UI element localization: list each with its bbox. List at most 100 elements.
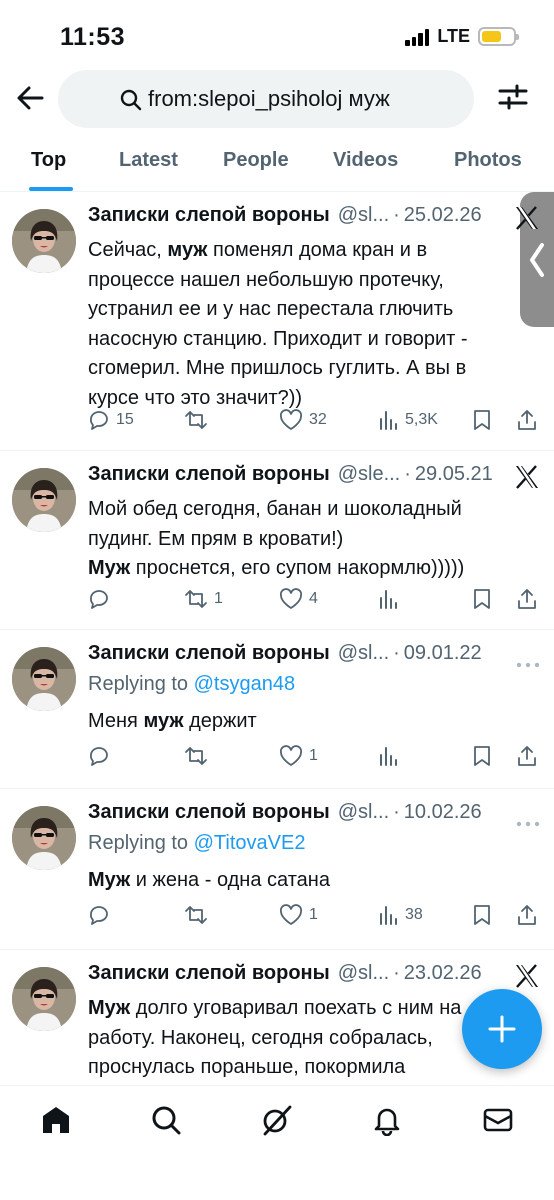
author-handle: @sl... <box>337 962 390 984</box>
search-filter-button[interactable] <box>498 82 530 114</box>
retweet-count: 1 <box>214 590 223 607</box>
author-handle: @sl... <box>337 642 390 664</box>
nav-notifications[interactable] <box>369 1102 405 1138</box>
search-header: from:slepoi_psiholoj муж <box>0 68 554 130</box>
nav-grok[interactable] <box>259 1102 295 1138</box>
tweet-card[interactable]: Записки слепой вороны @sle... · 29.05.21… <box>0 452 554 630</box>
highlighted-term: муж <box>143 710 184 732</box>
views-button[interactable]: 5,3K <box>377 409 438 431</box>
highlighted-term: Муж <box>88 997 131 1019</box>
author-name[interactable]: Записки слепой вороны <box>88 642 330 665</box>
home-icon <box>43 1107 69 1133</box>
sliders-icon <box>498 84 528 110</box>
avatar[interactable] <box>12 209 76 273</box>
heart-icon <box>279 409 303 431</box>
nav-messages[interactable] <box>480 1102 516 1138</box>
tab-videos[interactable]: Videos <box>333 149 398 172</box>
text-segment: и жена - одна сатана <box>130 869 330 891</box>
tweet-date: 09.01.22 <box>403 642 482 664</box>
more-icon[interactable] <box>516 814 540 832</box>
tweet-card[interactable]: Записки слепой вороны @sl... · 25.02.26 … <box>0 193 554 451</box>
share-icon <box>516 904 538 926</box>
nav-home[interactable] <box>38 1102 74 1138</box>
avatar[interactable] <box>12 647 76 711</box>
bookmark-button[interactable] <box>472 588 492 610</box>
avatar[interactable] <box>12 806 76 870</box>
share-button[interactable] <box>516 904 538 926</box>
like-count: 1 <box>309 906 318 923</box>
separator-dot: · <box>393 801 400 823</box>
x-logo-icon <box>514 206 540 235</box>
bookmark-button[interactable] <box>472 745 492 767</box>
retweet-button[interactable] <box>184 409 214 431</box>
reply-button[interactable] <box>88 588 116 610</box>
tweet-header: Записки слепой вороны @sl... · 10.02.26 <box>88 801 518 824</box>
tweet-card[interactable]: Записки слепой вороны @sl... · 09.01.22 … <box>0 631 554 789</box>
reply-button[interactable]: 15 <box>88 409 134 431</box>
retweet-button[interactable] <box>184 904 214 926</box>
more-icon[interactable] <box>516 655 540 673</box>
tweet-actions: 1 38 <box>88 904 548 934</box>
search-icon <box>120 89 142 111</box>
status-bar: 11:53 LTE <box>0 0 554 62</box>
reply-button[interactable] <box>88 745 116 767</box>
tweet-date: 29.05.21 <box>414 463 493 485</box>
nav-explore[interactable] <box>148 1102 184 1138</box>
tab-people[interactable]: People <box>223 149 289 172</box>
heart-icon <box>279 745 303 767</box>
share-button[interactable] <box>516 409 538 431</box>
share-button[interactable] <box>516 588 538 610</box>
share-button[interactable] <box>516 745 538 767</box>
like-button[interactable]: 4 <box>279 588 318 610</box>
tab-photos[interactable]: Photos <box>454 149 522 172</box>
retweet-button[interactable]: 1 <box>184 588 223 610</box>
back-button[interactable] <box>14 82 46 114</box>
like-count: 1 <box>309 747 318 764</box>
bookmark-button[interactable] <box>472 409 492 431</box>
views-button[interactable]: 38 <box>377 904 423 926</box>
replying-to-handle[interactable]: @tsygan48 <box>194 673 295 695</box>
tweet-actions: 1 4 <box>88 588 548 618</box>
tab-latest[interactable]: Latest <box>119 149 178 172</box>
tweet-card[interactable]: Записки слепой вороны @sl... · 10.02.26 … <box>0 790 554 950</box>
bookmark-icon <box>472 588 492 610</box>
author-name[interactable]: Записки слепой вороны <box>88 962 330 985</box>
highlighted-term: муж <box>167 239 208 261</box>
reply-count: 15 <box>116 411 134 428</box>
bookmark-icon <box>472 409 492 431</box>
tab-top[interactable]: Top <box>31 149 66 172</box>
avatar[interactable] <box>12 967 76 1031</box>
search-query: from:slepoi_psiholoj муж <box>148 86 390 111</box>
like-button[interactable]: 32 <box>279 409 327 431</box>
compose-post-button[interactable] <box>462 989 542 1069</box>
author-name[interactable]: Записки слепой вороны <box>88 463 330 486</box>
tweet-header: Записки слепой вороны @sle... · 29.05.21 <box>88 463 518 486</box>
replying-to-label: Replying to <box>88 832 194 854</box>
retweet-icon <box>184 904 208 926</box>
views-button[interactable] <box>377 588 405 610</box>
bell-icon <box>374 1108 400 1136</box>
replying-to-handle[interactable]: @TitovaVE2 <box>194 832 306 854</box>
author-name[interactable]: Записки слепой вороны <box>88 204 330 227</box>
tweet-header: Записки слепой вороны @sl... · 09.01.22 <box>88 642 518 665</box>
avatar[interactable] <box>12 468 76 532</box>
bookmark-button[interactable] <box>472 904 492 926</box>
like-button[interactable]: 1 <box>279 745 318 767</box>
text-segment: держит <box>183 710 257 732</box>
search-tabs: Top Latest People Videos Photos <box>0 130 554 192</box>
views-button[interactable] <box>377 745 405 767</box>
like-button[interactable]: 1 <box>279 904 318 926</box>
network-label: LTE <box>437 26 470 46</box>
signal-icon <box>405 28 430 46</box>
reply-icon <box>88 409 110 431</box>
author-name[interactable]: Записки слепой вороны <box>88 801 330 824</box>
x-logo-icon <box>514 465 540 494</box>
retweet-icon <box>184 745 208 767</box>
heart-icon <box>279 904 303 926</box>
reply-button[interactable] <box>88 904 116 926</box>
retweet-button[interactable] <box>184 745 214 767</box>
text-segment: Сейчас, <box>88 239 168 261</box>
tweet-actions: 1 <box>88 745 548 775</box>
share-icon <box>516 745 538 767</box>
search-input[interactable]: from:slepoi_psiholoj муж <box>58 70 474 128</box>
